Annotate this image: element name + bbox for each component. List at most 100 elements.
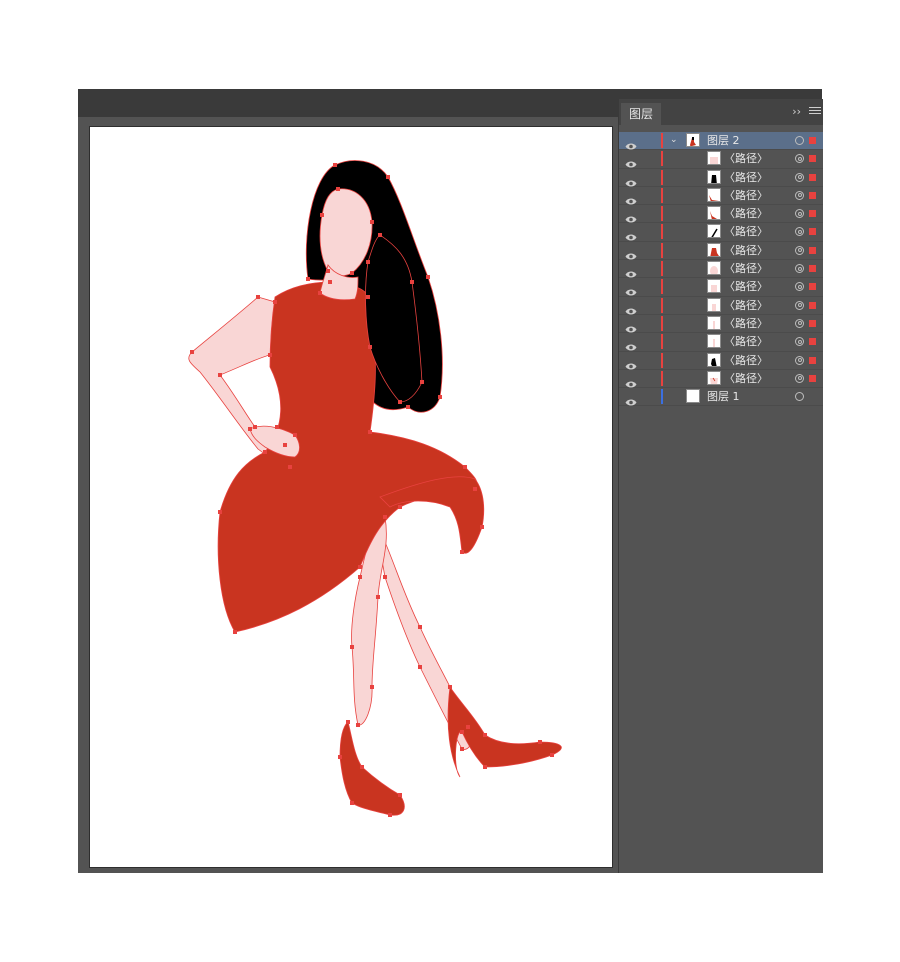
visibility-eye-icon[interactable] (625, 136, 637, 150)
selection-indicator[interactable] (809, 137, 816, 144)
target-circle-icon[interactable] (795, 264, 804, 274)
visibility-eye-icon[interactable] (625, 246, 637, 260)
visibility-eye-icon[interactable] (625, 392, 637, 406)
selection-indicator[interactable] (809, 283, 816, 291)
path-name[interactable]: 〈路径〉 (724, 315, 768, 333)
selection-indicator[interactable] (809, 246, 816, 254)
layer-row[interactable]: 图层 1 (619, 388, 823, 407)
layers-panel-header: 图层 ›› (619, 99, 823, 125)
target-circle-icon[interactable] (795, 373, 804, 383)
panel-menu-icon[interactable] (809, 105, 821, 117)
selection-indicator[interactable] (809, 265, 816, 273)
path-name[interactable]: 〈路径〉 (724, 333, 768, 351)
selection-indicator[interactable] (809, 356, 816, 364)
selection-indicator[interactable] (809, 374, 816, 382)
layer-thumbnail (707, 279, 721, 294)
target-circle-icon[interactable] (795, 154, 804, 164)
path-row[interactable]: 〈路径〉 (619, 297, 823, 315)
layer-thumbnail (707, 151, 721, 166)
illustrator-window: 图层 ›› ⌄ 图层 2 〈路径〉 〈路径〉 〈路径〉 〈路径〉 〈路径〉 〈路径〉 〈路径〉〈… (78, 89, 823, 873)
target-circle-icon[interactable] (795, 282, 804, 292)
path-row[interactable]: 〈路径〉 (619, 205, 823, 224)
layer-color-bar (661, 279, 663, 295)
visibility-eye-icon[interactable] (625, 227, 637, 241)
path-name[interactable]: 〈路径〉 (724, 260, 768, 278)
path-row[interactable]: 〈路径〉 (619, 333, 823, 352)
layer-thumbnail (707, 242, 721, 257)
selection-indicator[interactable] (809, 301, 816, 309)
path-row[interactable]: 〈路径〉 (619, 370, 823, 389)
selection-indicator[interactable] (809, 210, 816, 218)
path-row[interactable]: 〈路径〉 (619, 169, 823, 187)
artboard[interactable] (90, 127, 612, 867)
path-name[interactable]: 〈路径〉 (724, 187, 768, 205)
layer-color-bar (661, 151, 663, 167)
target-circle-icon[interactable] (795, 337, 804, 347)
path-row[interactable]: 〈路径〉 (619, 242, 823, 261)
layer-color-bar (661, 169, 663, 185)
layer-name[interactable]: 图层 1 (707, 388, 740, 406)
layer-thumbnail (707, 224, 721, 239)
collapse-panels-icon[interactable]: ›› (792, 104, 801, 120)
selection-indicator[interactable] (809, 173, 816, 181)
layer-color-bar (661, 334, 663, 350)
layer-color-bar (661, 297, 663, 313)
visibility-eye-icon[interactable] (625, 301, 637, 315)
visibility-eye-icon[interactable] (625, 264, 637, 278)
visibility-eye-icon[interactable] (625, 374, 637, 388)
selection-indicator[interactable] (809, 155, 816, 163)
visibility-eye-icon[interactable] (625, 209, 637, 223)
target-circle-icon[interactable] (795, 318, 804, 328)
selection-indicator[interactable] (809, 228, 816, 236)
layer-color-bar (661, 187, 663, 203)
selection-indicator[interactable] (809, 319, 816, 327)
layer-row[interactable]: ⌄ 图层 2 (619, 132, 823, 151)
path-row[interactable]: 〈路径〉 (619, 315, 823, 334)
target-circle-icon[interactable] (795, 209, 804, 219)
path-name[interactable]: 〈路径〉 (724, 278, 768, 296)
target-circle-icon[interactable] (795, 172, 804, 182)
path-name[interactable]: 〈路径〉 (724, 223, 768, 241)
path-name[interactable]: 〈路径〉 (724, 205, 768, 223)
layer-thumbnail (707, 334, 721, 349)
visibility-eye-icon[interactable] (625, 356, 637, 370)
target-circle-icon[interactable] (795, 355, 804, 365)
layer-color-bar (661, 224, 663, 240)
target-circle-icon[interactable] (795, 190, 804, 200)
layer-thumbnail (707, 169, 721, 184)
path-name[interactable]: 〈路径〉 (724, 169, 768, 187)
visibility-eye-icon[interactable] (625, 319, 637, 333)
layer-thumbnail (707, 370, 721, 385)
visibility-eye-icon[interactable] (625, 173, 637, 187)
layer-thumbnail (686, 133, 700, 147)
visibility-eye-icon[interactable] (625, 191, 637, 205)
visibility-eye-icon[interactable] (625, 282, 637, 296)
path-name[interactable]: 〈路径〉 (724, 352, 768, 370)
target-circle-icon[interactable] (795, 136, 804, 145)
target-circle-icon[interactable] (795, 227, 804, 237)
layer-thumbnail (707, 297, 721, 312)
artboard-frame (89, 126, 613, 868)
layer-thumbnail (707, 315, 721, 330)
target-circle-icon[interactable] (795, 245, 804, 255)
artwork[interactable] (90, 127, 612, 867)
path-row[interactable]: 〈路径〉 (619, 150, 823, 169)
path-row[interactable]: 〈路径〉 (619, 223, 823, 242)
path-name[interactable]: 〈路径〉 (724, 242, 768, 260)
visibility-eye-icon[interactable] (625, 154, 637, 168)
path-row[interactable]: 〈路径〉 (619, 187, 823, 206)
target-circle-icon[interactable] (795, 392, 804, 402)
path-name[interactable]: 〈路径〉 (724, 150, 768, 168)
target-circle-icon[interactable] (795, 300, 804, 310)
layer-name[interactable]: 图层 2 (707, 132, 740, 150)
path-name[interactable]: 〈路径〉 (724, 370, 768, 388)
chevron-down-icon[interactable]: ⌄ (670, 135, 678, 145)
path-name[interactable]: 〈路径〉 (724, 297, 768, 315)
layers-panel-tab[interactable]: 图层 (621, 103, 662, 125)
selection-indicator[interactable] (809, 191, 816, 199)
path-row[interactable]: 〈路径〉 (619, 278, 823, 297)
visibility-eye-icon[interactable] (625, 337, 637, 351)
selection-indicator[interactable] (809, 338, 816, 346)
path-row[interactable]: 〈路径〉 (619, 352, 823, 370)
path-row[interactable]: 〈路径〉 (619, 260, 823, 279)
